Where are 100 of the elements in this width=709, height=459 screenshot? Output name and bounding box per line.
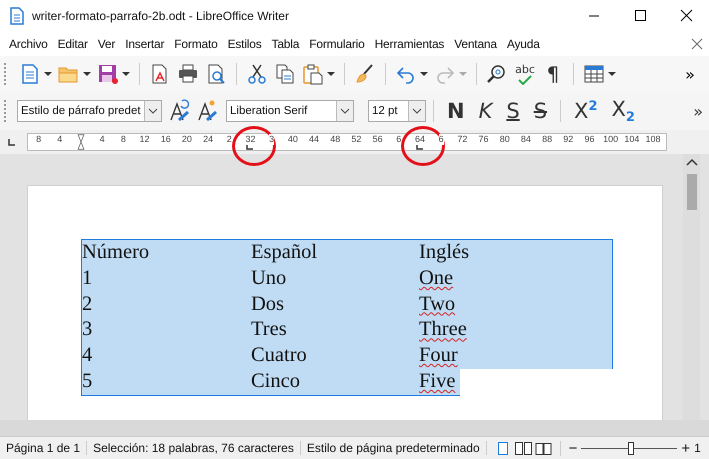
menu-item[interactable]: Insertar [120,37,170,51]
ruler-number: 88 [542,134,552,145]
caret-icon [327,72,335,76]
ruler-number: 76 [478,134,489,145]
caret-icon[interactable] [144,101,161,121]
menu-item[interactable]: Editar [52,37,93,51]
bold-button[interactable]: N [441,96,471,126]
menu-item[interactable]: Herramientas [370,37,450,51]
menu-item[interactable]: Ver [92,37,120,51]
table-text: Five [419,368,456,394]
ruler-number: 6 [396,134,402,145]
ruler-number: 8 [36,134,42,145]
ruler-number: 92 [563,134,574,145]
ruler-number: 108 [646,134,661,145]
table-text: Cuatro [251,343,308,368]
printer-icon [177,63,199,85]
strikethrough-button[interactable]: S [528,96,554,126]
menu-item[interactable]: Formato [169,37,223,51]
ruler-number: 16 [160,134,171,145]
ruler-number: 4 [57,134,62,145]
font-name-field[interactable]: Liberation Serif [226,100,354,122]
ruler-number: 4 [100,134,105,145]
formatting-marks-button[interactable]: ¶ [540,60,566,88]
horizontal-scrollbar[interactable] [0,420,709,436]
scrollbar-thumb[interactable] [686,174,696,210]
table-icon [583,63,605,85]
tab-stop-icon[interactable] [246,144,254,150]
spellcheck-button[interactable]: abc [512,60,538,88]
ruler-number: 48 [330,134,340,145]
page-count: Página 1 de 1 [0,441,88,455]
ruler-number: 84 [520,134,531,145]
menu-item[interactable]: Tabla [266,37,304,51]
table-text: Three [419,317,467,342]
caret-icon [44,72,52,76]
font-size-field[interactable]: 12 pt [368,100,426,122]
window-title: writer-formato-parrafo-2b.odt - LibreOffice Writer [32,9,289,23]
table-text: One [419,266,454,291]
slider-thumb[interactable] [628,442,634,454]
table-text: 2 [82,292,94,317]
italic-button[interactable]: K [472,96,498,126]
paragraph-style-field[interactable]: Estilo de párrafo predet [17,100,162,122]
table-text: 5 [82,368,94,394]
ruler-number: 52 [351,134,362,145]
page-view-icon[interactable] [514,440,532,456]
zoom-in-button[interactable]: + [681,440,690,456]
menu-item[interactable]: Estilos [222,37,267,51]
table-text: 1 [82,266,94,291]
ruler-number: 3 [269,134,274,145]
table-text: Two [419,292,456,317]
ruler-number: 96 [584,134,594,145]
more-button[interactable]: » [687,96,709,126]
scroll-up-icon[interactable] [686,158,698,166]
page-view-icon[interactable] [534,440,552,456]
ruler-number: 56 [372,134,383,145]
menu-item[interactable]: Formulario [304,37,370,51]
caret-icon[interactable] [408,101,425,121]
ruler-number: 40 [288,134,298,145]
ruler[interactable]: 8 4 4 8 12 16 20 24 2 32 3 40 44 48 52 56 6 64 6 72 76 80 84 88 92 96 100 104 108 [27,133,667,151]
ruler-number: 8 [120,134,126,145]
copy-icon [274,63,296,85]
underline-button[interactable]: S [500,96,526,126]
table-text: Four [419,343,458,368]
ruler-number: 32 [245,134,256,145]
ruler-number: 6 [438,134,444,145]
table-text: Número [82,240,150,265]
menu-item[interactable]: Archivo [4,37,53,51]
selection-count: Selección: 18 palabras, 76 caracteres [87,441,301,455]
ruler-number: 20 [182,134,192,145]
table-text: Dos [251,292,286,317]
caret-icon [420,72,428,76]
vertical-scrollbar[interactable] [683,154,700,420]
menu-item[interactable]: Ventana [449,37,502,51]
more-button[interactable]: » [677,60,703,88]
caret-icon [459,72,467,76]
zoom-out-button[interactable]: − [568,440,578,456]
script-button[interactable]: X$^{2}$ [568,96,604,126]
tab-type-icon[interactable] [8,138,16,146]
table-text: Inglés [419,240,470,265]
caret-icon [83,72,91,76]
ruler-number: 64 [414,134,425,145]
ruler-number: 12 [140,134,150,145]
ruler-number: 100 [603,134,618,145]
document-icon [10,7,24,25]
floppy-icon [97,63,119,85]
tab-stop-icon[interactable] [416,144,424,150]
table-text: 4 [82,343,94,368]
ruler-number: 104 [624,134,640,145]
caret-icon [608,72,616,76]
page-style: Estilo de página predeterminado [300,441,487,455]
indent-marker-icon[interactable] [76,134,86,150]
table-text: Español [251,240,318,265]
ruler-number: 44 [309,134,320,145]
ruler-number: 24 [203,134,214,145]
script-button[interactable]: X$_{2}$ [605,96,641,126]
zoom-percent: 1 [694,441,701,455]
table-text: Cinco [251,368,301,394]
caret-icon[interactable] [336,101,353,121]
table-text: 3 [82,317,94,342]
menu-item[interactable]: Ayuda [502,37,545,51]
scissors-icon [246,63,268,85]
